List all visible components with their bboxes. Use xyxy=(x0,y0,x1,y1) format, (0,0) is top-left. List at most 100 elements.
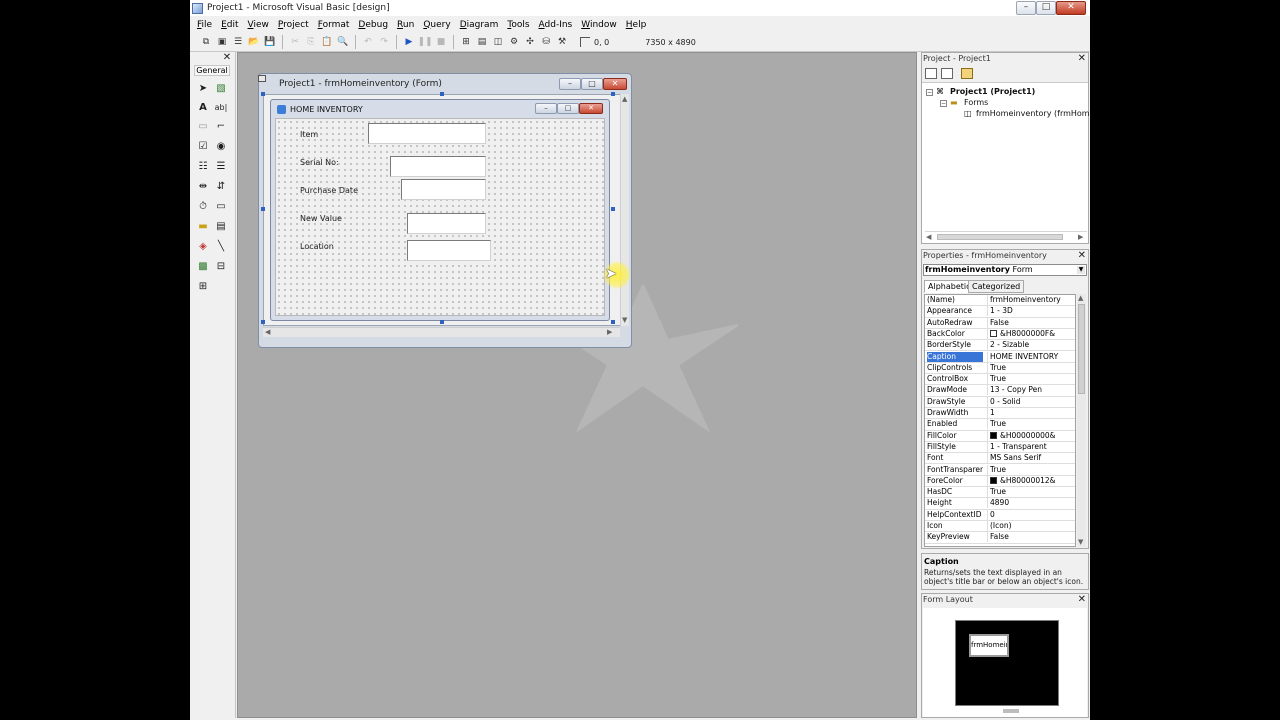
menu-edit[interactable]: Edit xyxy=(218,20,241,30)
serial-no-textbox[interactable] xyxy=(390,156,486,177)
property-row[interactable]: FillStyle 1 - Transparent xyxy=(925,441,1075,454)
properties-vertical-scrollbar[interactable]: ▲ ▼ xyxy=(1077,294,1086,547)
textbox-tool-icon[interactable]: ab| xyxy=(214,101,228,114)
listbox-tool-icon[interactable]: ☰ xyxy=(214,160,228,173)
add-form-icon[interactable]: ▣ xyxy=(216,36,228,48)
property-name[interactable]: AutoRedraw xyxy=(927,318,983,328)
property-row[interactable]: BorderStyle 2 - Sizable xyxy=(925,340,1075,352)
property-name[interactable]: Appearance xyxy=(927,306,983,316)
property-name[interactable]: ForeColor xyxy=(927,476,983,486)
frame-tool-icon[interactable]: ▭ xyxy=(196,120,210,133)
menu-format[interactable]: Format xyxy=(315,20,353,30)
property-name[interactable]: FillStyle xyxy=(927,442,983,452)
property-row[interactable]: FontTransparent True xyxy=(925,464,1075,476)
image-tool-icon[interactable]: ▩ xyxy=(196,260,210,273)
property-value[interactable]: True xyxy=(987,374,1075,385)
property-value[interactable]: False xyxy=(987,532,1075,543)
menu-project[interactable]: Project xyxy=(275,20,312,30)
property-name[interactable]: DrawWidth xyxy=(927,408,983,418)
property-value[interactable]: 4890 xyxy=(987,498,1075,509)
dirlistbox-tool-icon[interactable]: ▬ xyxy=(196,220,210,233)
designer-horizontal-scrollbar[interactable]: ◀ ▶ xyxy=(263,327,620,337)
combobox-tool-icon[interactable]: ☷ xyxy=(196,160,210,173)
picturebox-tool-icon[interactable]: ▧ xyxy=(214,82,228,95)
scroll-down-icon[interactable]: ▼ xyxy=(1078,538,1083,546)
form-layout-icon[interactable]: ◫ xyxy=(492,36,504,48)
properties-close-icon[interactable]: ✕ xyxy=(1078,250,1086,261)
find-icon[interactable]: 🔍 xyxy=(337,36,349,48)
break-icon[interactable]: ❚❚ xyxy=(417,36,432,48)
scroll-right-icon[interactable]: ▶ xyxy=(1078,233,1083,241)
property-name[interactable]: ClipControls xyxy=(927,363,983,373)
resize-handle[interactable] xyxy=(611,320,615,324)
property-value[interactable]: 2 - Sizable xyxy=(987,340,1075,351)
resize-handle[interactable] xyxy=(440,92,444,96)
property-name[interactable]: Font xyxy=(927,453,983,463)
property-value[interactable]: &H8000000F& xyxy=(987,328,1075,339)
property-name[interactable]: Enabled xyxy=(927,419,983,429)
hscrollbar-tool-icon[interactable]: ⇹ xyxy=(196,180,210,193)
project-explorer-icon[interactable]: ⊞ xyxy=(460,36,472,48)
designer-minimize-button[interactable]: – xyxy=(559,78,581,90)
property-value[interactable]: HOME INVENTORY xyxy=(987,351,1075,362)
data-view-icon[interactable]: ⛁ xyxy=(540,36,552,48)
purchase-date-textbox[interactable] xyxy=(401,179,486,200)
chevron-down-icon[interactable]: ▼ xyxy=(1077,266,1085,274)
item-label[interactable]: Item xyxy=(300,130,318,139)
designer-close-button[interactable]: ✕ xyxy=(603,78,627,90)
property-row[interactable]: BackColor &H8000000F& xyxy=(925,328,1075,341)
property-value[interactable]: True xyxy=(987,362,1075,373)
menu-run[interactable]: Run xyxy=(394,20,417,30)
collapse-icon[interactable]: − xyxy=(940,100,947,107)
add-project-icon[interactable]: ⧉ xyxy=(200,36,212,48)
property-row[interactable]: HelpContextID 0 xyxy=(925,509,1075,521)
property-row[interactable]: HasDC True xyxy=(925,487,1075,499)
form-position-preview[interactable]: frmHomein xyxy=(969,634,1009,657)
form-client-area[interactable]: Item Serial No: Purchase Date New Value … xyxy=(275,118,605,316)
property-name[interactable]: FillColor xyxy=(927,431,983,441)
property-value[interactable]: frmHomeinventory xyxy=(987,295,1075,305)
component-manager-icon[interactable]: ⚒ xyxy=(556,36,568,48)
property-name[interactable]: FontTransparent xyxy=(927,465,983,475)
property-value[interactable]: MS Sans Serif xyxy=(987,453,1075,464)
property-name[interactable]: Height xyxy=(927,498,983,508)
property-name[interactable]: ControlBox xyxy=(927,374,983,384)
property-name[interactable]: BackColor xyxy=(927,329,983,339)
property-value[interactable]: 1 - Transparent xyxy=(987,441,1075,452)
property-row[interactable]: Appearance 1 - 3D xyxy=(925,306,1075,318)
line-tool-icon[interactable]: ╲ xyxy=(214,240,228,253)
property-name[interactable]: Icon xyxy=(927,521,983,531)
property-value[interactable]: True xyxy=(987,487,1075,498)
property-value[interactable]: 0 xyxy=(987,509,1075,520)
property-name[interactable]: HasDC xyxy=(927,487,983,497)
property-row[interactable]: Icon (Icon) xyxy=(925,521,1075,533)
scroll-thumb[interactable] xyxy=(937,234,1063,240)
checkbox-tool-icon[interactable]: ☑ xyxy=(196,140,210,153)
serial-no-label[interactable]: Serial No: xyxy=(300,158,339,167)
property-row[interactable]: DrawMode 13 - Copy Pen xyxy=(925,385,1075,397)
property-value[interactable]: &H80000012& xyxy=(987,475,1075,486)
end-icon[interactable]: ■ xyxy=(435,36,447,48)
property-row[interactable]: DrawStyle 0 - Solid xyxy=(925,396,1075,408)
designer-vertical-scrollbar[interactable]: ▲ ▼ xyxy=(620,94,629,326)
scroll-up-icon[interactable]: ▲ xyxy=(622,95,627,103)
menu-tools[interactable]: Tools xyxy=(504,20,532,30)
collapse-icon[interactable]: − xyxy=(926,89,933,96)
minimize-button[interactable]: – xyxy=(1016,1,1036,15)
location-textbox[interactable] xyxy=(407,240,491,261)
resize-handle[interactable] xyxy=(261,207,265,211)
property-row[interactable]: ControlBox True xyxy=(925,374,1075,386)
ole-tool-icon[interactable]: ⊞ xyxy=(196,280,210,293)
tree-form-item[interactable]: frmHomeinventory (frmHomeinve xyxy=(976,109,1090,118)
toolbox-tab-general[interactable]: General xyxy=(194,65,230,76)
designer-maximize-button[interactable]: □ xyxy=(581,78,603,90)
scroll-left-icon[interactable]: ◀ xyxy=(265,328,270,336)
undo-icon[interactable]: ↶ xyxy=(362,36,374,48)
object-selector[interactable]: frmHomeinventory Form ▼ xyxy=(923,264,1087,276)
drivelistbox-tool-icon[interactable]: ▭ xyxy=(214,200,228,213)
property-row[interactable]: Font MS Sans Serif xyxy=(925,453,1075,465)
cut-icon[interactable]: ✂ xyxy=(289,36,301,48)
property-name[interactable]: HelpContextID xyxy=(927,510,983,520)
menu-query[interactable]: Query xyxy=(420,20,453,30)
scroll-thumb[interactable] xyxy=(1078,304,1085,394)
